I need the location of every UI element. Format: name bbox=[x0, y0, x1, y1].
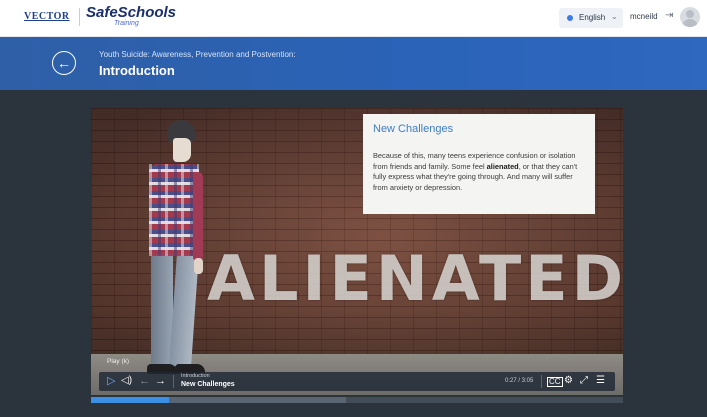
closed-captions-icon[interactable]: CC bbox=[547, 377, 563, 387]
avatar-body bbox=[682, 19, 698, 27]
time-display: 0:27 / 3:05 bbox=[505, 378, 534, 384]
alienated-wall-text: ALIENATED bbox=[207, 242, 623, 315]
course-banner: ← Youth Suicide: Awareness, Prevention a… bbox=[0, 37, 707, 90]
video-stage[interactable]: ALIENATED New Challenges Because of this… bbox=[91, 108, 623, 395]
fullscreen-icon[interactable]: ⤢ bbox=[580, 374, 588, 388]
logo-divider bbox=[79, 8, 80, 26]
player-controls: ▷ ◁) ← → Introduction New Challenges 0:2… bbox=[99, 372, 615, 391]
avatar[interactable] bbox=[680, 7, 700, 27]
slide-text-card: New Challenges Because of this, many tee… bbox=[363, 114, 595, 214]
next-slide-button[interactable]: → bbox=[155, 374, 166, 388]
arrow-left-icon: ← bbox=[57, 55, 71, 71]
chevron-down-icon: ⌄ bbox=[611, 12, 618, 21]
prev-slide-button[interactable]: ← bbox=[139, 374, 150, 388]
page-title: Introduction bbox=[99, 63, 175, 78]
slide-body: Because of this, many teens experience c… bbox=[373, 151, 585, 193]
play-tooltip: Play (k) bbox=[107, 358, 130, 365]
plaid-shirt bbox=[149, 164, 199, 256]
language-selector[interactable]: English ⌄ bbox=[559, 8, 623, 28]
globe-dot-icon bbox=[567, 15, 573, 21]
controls-divider-right bbox=[541, 375, 542, 388]
teen-figure bbox=[139, 120, 209, 380]
lesson-label: Introduction bbox=[181, 373, 210, 379]
progress-bar[interactable] bbox=[91, 397, 623, 403]
progress-fill bbox=[91, 397, 169, 403]
top-navbar: VECTOR SafeSchools Training English ⌄ mc… bbox=[0, 0, 707, 37]
avatar-head bbox=[686, 10, 694, 18]
slide-body-bold: alienated bbox=[486, 161, 519, 171]
course-subtitle: Youth Suicide: Awareness, Prevention and… bbox=[99, 50, 296, 59]
menu-list-icon[interactable]: ☰ bbox=[596, 374, 605, 388]
language-label: English bbox=[579, 13, 606, 22]
current-slide-label: New Challenges bbox=[181, 381, 235, 388]
logout-icon[interactable]: ⇥ bbox=[665, 10, 673, 21]
back-button[interactable]: ← bbox=[52, 51, 76, 75]
vector-logo[interactable]: VECTOR bbox=[24, 11, 70, 22]
gear-icon[interactable]: ⚙ bbox=[564, 374, 573, 388]
hand bbox=[194, 258, 203, 274]
arm bbox=[193, 172, 203, 262]
play-icon[interactable]: ▷ bbox=[107, 374, 115, 388]
logo-subtitle: Training bbox=[114, 20, 139, 27]
volume-icon[interactable]: ◁) bbox=[121, 374, 132, 388]
face bbox=[173, 138, 191, 162]
controls-divider bbox=[173, 375, 174, 388]
username[interactable]: mcneild bbox=[630, 12, 658, 21]
safeschools-logo[interactable]: SafeSchools bbox=[86, 4, 176, 21]
slide-title: New Challenges bbox=[373, 123, 454, 135]
